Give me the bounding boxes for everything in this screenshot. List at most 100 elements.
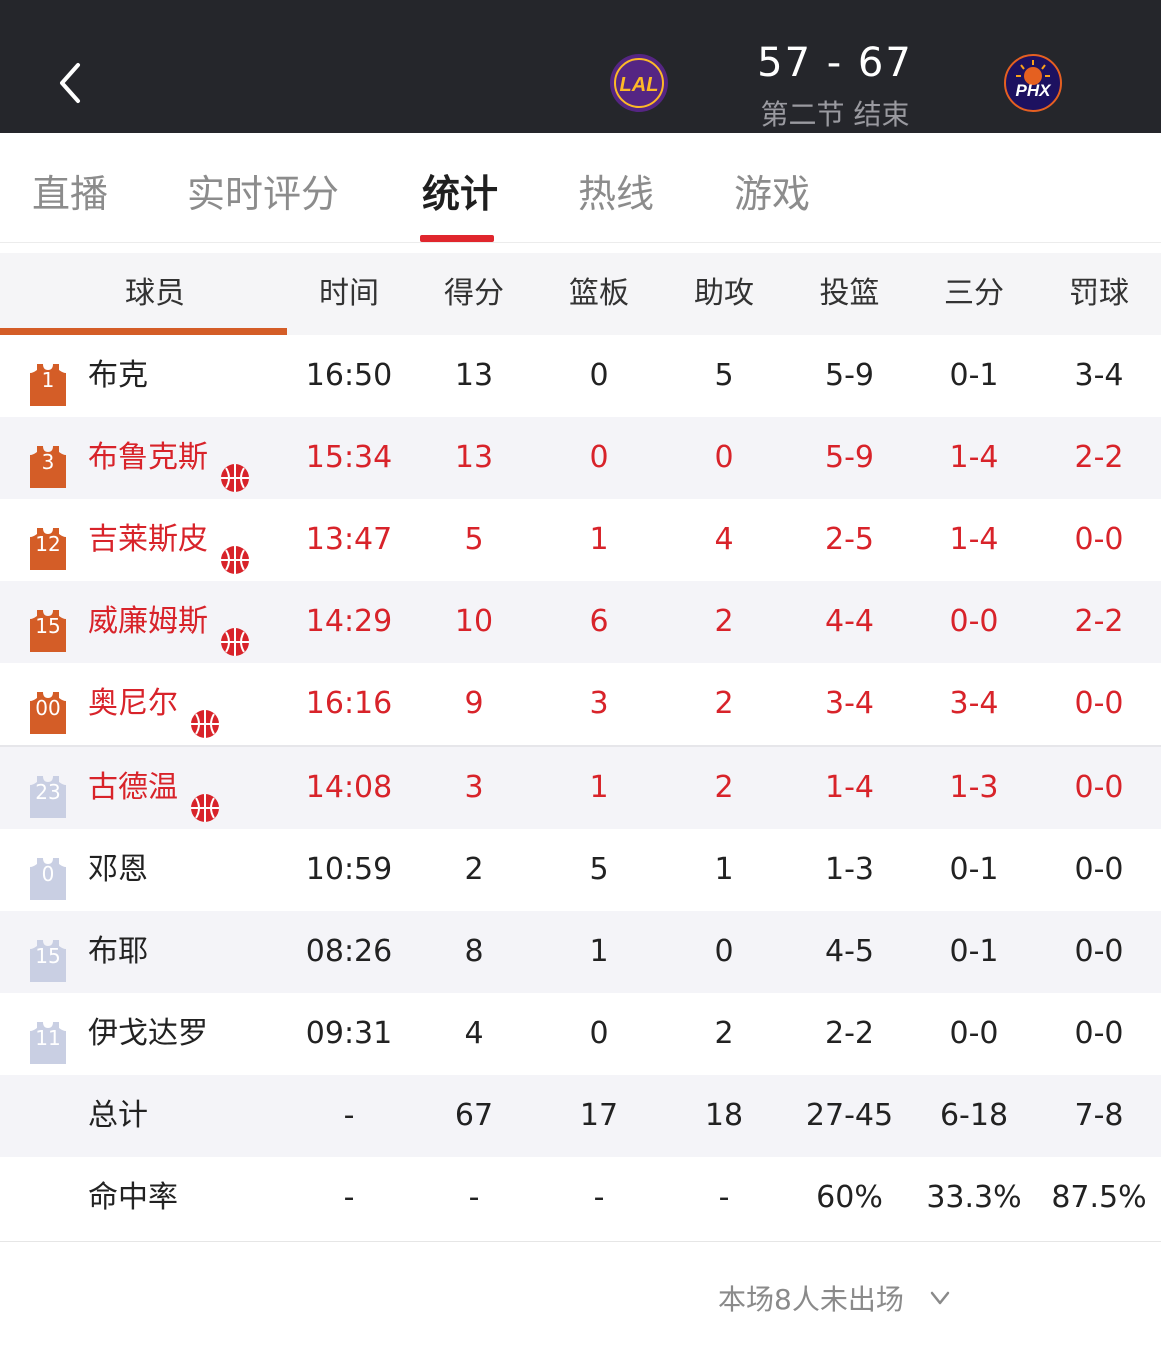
player-name[interactable]: 布克 [88,335,148,417]
tab-hotline[interactable]: 热线 [578,163,654,218]
stat-field-goals: 2-5 [825,522,874,557]
jersey-number: 1 [41,368,55,392]
stat-points: 13 [454,358,494,393]
basketball-icon [220,443,250,492]
player-name[interactable]: 威廉姆斯 [88,581,208,663]
stat-field-goals: 5-9 [825,358,874,393]
column-header-rebounds[interactable]: 篮板 [537,253,661,335]
player-name[interactable]: 布鲁克斯 [88,417,208,499]
player-row[interactable]: 15 布耶 08:26 8 1 0 4-5 0-1 0-0 [0,911,1161,993]
back-button[interactable] [50,55,90,111]
column-header-field-goals[interactable]: 投篮 [787,253,912,335]
column-header-player[interactable]: 球员 [0,253,310,335]
player-row[interactable]: 0 邓恩 10:59 2 5 1 1-3 0-1 0-0 [0,829,1161,911]
stat-three-pointers: 0-0 [949,604,999,639]
player-row[interactable]: 15 威廉姆斯 14:29 10 6 2 4-4 0-0 2-2 [0,581,1161,663]
player-name[interactable]: 邓恩 [88,829,148,911]
tab-live[interactable]: 直播 [32,163,108,218]
jersey-icon: 11 [30,1014,66,1064]
stat-field-goals: 1-4 [825,770,874,805]
percentage-cell: - [343,1180,355,1215]
player-row[interactable]: 00 奥尼尔 16:16 9 3 2 3-4 3-4 0-0 [0,663,1161,745]
totals-cell: 27-45 [805,1098,894,1133]
stat-minutes: 16:16 [305,686,393,721]
basketball-icon [220,525,250,574]
stat-points: 3 [464,770,484,805]
tab-realtime-rating[interactable]: 实时评分 [187,163,339,218]
column-header-minutes[interactable]: 时间 [287,253,411,335]
game-header: LAL 57 - 67 第二节 结束 PHX [0,0,1161,133]
player-name[interactable]: 伊戈达罗 [88,993,208,1075]
jersey-number: 00 [35,696,61,720]
stat-free-throws: 0-0 [1074,770,1124,805]
basketball-icon [190,773,220,822]
jersey-number: 15 [35,614,61,638]
stat-assists: 0 [714,440,734,475]
divider [0,1241,1161,1242]
player-name[interactable]: 古德温 [88,747,178,829]
stat-three-pointers: 0-1 [949,852,999,887]
player-name[interactable]: 奥尼尔 [88,663,178,745]
player-stats-table: 球员 时间 得分 篮板 助攻 投篮 三分 罚球 1 布克 16:50 13 0 5 5-9 0… [0,253,1161,1239]
stat-minutes: 13:47 [305,522,393,557]
active-tab-indicator [420,235,494,242]
percentage-cell: 87.5% [1051,1180,1147,1215]
stat-rebounds: 0 [589,1016,609,1051]
lakers-logo[interactable]: LAL [608,52,670,114]
tab-bar: 直播 实时评分 统计 热线 游戏 [0,133,1161,243]
totals-label: 总计 [88,1098,148,1133]
stat-three-pointers: 0-1 [949,934,999,969]
stat-rebounds: 1 [589,934,609,969]
stat-free-throws: 0-0 [1074,934,1124,969]
percentage-label: 命中率 [88,1180,178,1215]
column-header-free-throws[interactable]: 罚球 [1037,253,1161,335]
jersey-number: 23 [35,780,61,804]
player-name[interactable]: 吉莱斯皮 [88,499,208,581]
stat-minutes: 08:26 [305,934,393,969]
player-row[interactable]: 11 伊戈达罗 09:31 4 0 2 2-2 0-0 0-0 [0,993,1161,1075]
table-body: 1 布克 16:50 13 0 5 5-9 0-1 3-4 3 布鲁克斯 15:34 13 0 0 5-9 1-… [0,335,1161,1075]
column-header-assists[interactable]: 助攻 [662,253,786,335]
jersey-number: 0 [41,862,55,886]
stat-three-pointers: 0-0 [949,1016,999,1051]
stat-rebounds: 3 [589,686,609,721]
column-header-points[interactable]: 得分 [412,253,536,335]
stat-points: 9 [464,686,484,721]
stat-free-throws: 0-0 [1074,522,1124,557]
stat-field-goals: 2-2 [825,1016,874,1051]
stat-three-pointers: 1-3 [949,770,999,805]
stat-minutes: 14:29 [305,604,393,639]
chevron-down-icon[interactable] [926,1284,954,1312]
column-header-three-pointers[interactable]: 三分 [912,253,1036,335]
suns-logo[interactable]: PHX [1002,52,1064,114]
stat-free-throws: 0-0 [1074,852,1124,887]
jersey-icon: 3 [30,438,66,488]
stat-minutes: 15:34 [305,440,393,475]
stat-rebounds: 1 [589,770,609,805]
jersey-icon: 12 [30,520,66,570]
player-row[interactable]: 3 布鲁克斯 15:34 13 0 0 5-9 1-4 2-2 [0,417,1161,499]
stat-minutes: 09:31 [305,1016,393,1051]
percentage-row: 命中率 - - - - 60% 33.3% 87.5% [0,1157,1161,1239]
stat-rebounds: 0 [589,358,609,393]
jersey-icon: 1 [30,356,66,406]
basketball-icon [220,607,250,656]
player-row[interactable]: 12 吉莱斯皮 13:47 5 1 4 2-5 1-4 0-0 [0,499,1161,581]
stat-assists: 4 [714,522,734,557]
tab-stats[interactable]: 统计 [422,163,498,218]
percentage-cell: - [718,1180,730,1215]
stat-assists: 5 [714,358,734,393]
stat-rebounds: 0 [589,440,609,475]
jersey-number: 3 [41,450,55,474]
stat-minutes: 14:08 [305,770,393,805]
tab-game[interactable]: 游戏 [734,163,810,218]
svg-text:PHX: PHX [1016,81,1053,100]
player-name[interactable]: 布耶 [88,911,148,993]
stat-points: 10 [454,604,494,639]
stat-free-throws: 0-0 [1074,686,1124,721]
totals-cell: - [343,1098,355,1133]
dnp-toggle[interactable]: 本场8人未出场 [718,1278,904,1318]
player-row[interactable]: 1 布克 16:50 13 0 5 5-9 0-1 3-4 [0,335,1161,417]
player-row[interactable]: 23 古德温 14:08 3 1 2 1-4 1-3 0-0 [0,747,1161,829]
stat-free-throws: 3-4 [1074,358,1124,393]
